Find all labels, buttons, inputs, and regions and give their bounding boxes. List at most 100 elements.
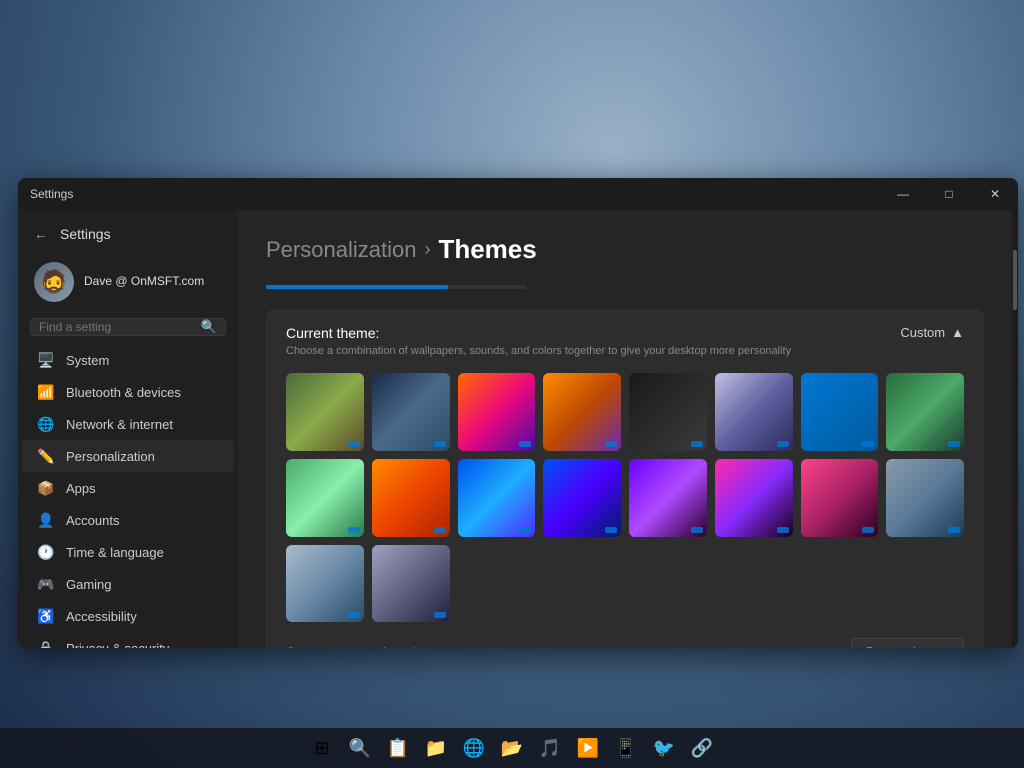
theme-thumb-10[interactable]	[372, 459, 450, 537]
breadcrumb-current: Themes	[438, 234, 536, 265]
sidebar-item-bluetooth[interactable]: 📶 Bluetooth & devices	[22, 376, 234, 408]
bluetooth-icon: 📶	[38, 384, 54, 400]
breadcrumb-separator: ›	[424, 239, 430, 260]
title-bar-left: Settings	[30, 187, 73, 201]
taskbar-edge-button[interactable]: 🌐	[458, 732, 490, 764]
scrollbar-thumb[interactable]	[1013, 250, 1017, 310]
settings-title: Settings	[30, 187, 73, 201]
avatar: 🧔	[34, 262, 74, 302]
sidebar-label-accessibility: Accessibility	[66, 609, 137, 624]
breadcrumb-parent: Personalization	[266, 237, 416, 263]
settings-window: Settings — □ ✕ ← Settings 🧔 Dave @ OnMSF…	[18, 178, 1018, 648]
store-row: Get more themes from the store Browse th…	[286, 638, 964, 648]
sidebar-label-network: Network & internet	[66, 417, 173, 432]
sidebar-label-gaming: Gaming	[66, 577, 112, 592]
theme-thumb-18[interactable]	[372, 545, 450, 623]
taskbar-start-button[interactable]: ⊞	[306, 732, 338, 764]
avatar-icon: 🧔	[40, 269, 67, 295]
theme-thumb-7[interactable]	[801, 373, 879, 451]
taskbar-twitter-button[interactable]: 🐦	[648, 732, 680, 764]
search-icon: 🔍	[201, 319, 217, 335]
theme-thumb-9[interactable]	[286, 459, 364, 537]
taskbar-link-button[interactable]: 🔗	[686, 732, 718, 764]
taskbar-explorer-button[interactable]: 📁	[420, 732, 452, 764]
sidebar-label-bluetooth: Bluetooth & devices	[66, 385, 181, 400]
progress-bar	[266, 285, 526, 289]
badge-label: Custom	[900, 325, 945, 340]
breadcrumb: Personalization › Themes	[266, 234, 984, 265]
sidebar: ← Settings 🧔 Dave @ OnMSFT.com 🔍 🖥️ Syst…	[18, 210, 238, 648]
user-profile[interactable]: 🧔 Dave @ OnMSFT.com	[18, 254, 238, 318]
sidebar-label-apps: Apps	[66, 481, 96, 496]
sidebar-item-accounts[interactable]: 👤 Accounts	[22, 504, 234, 536]
title-bar: Settings — □ ✕	[18, 178, 1018, 210]
search-input[interactable]	[39, 320, 201, 334]
taskbar-spotify-button[interactable]: 🎵	[534, 732, 566, 764]
themes-grid	[286, 373, 964, 622]
sidebar-item-privacy[interactable]: 🔒 Privacy & security	[22, 632, 234, 648]
theme-thumb-15[interactable]	[801, 459, 879, 537]
system-icon: 🖥️	[38, 352, 54, 368]
taskbar-phone-button[interactable]: 📱	[610, 732, 642, 764]
sidebar-label-system: System	[66, 353, 109, 368]
theme-thumb-12[interactable]	[543, 459, 621, 537]
back-button[interactable]: ←	[30, 222, 52, 246]
theme-thumb-6[interactable]	[715, 373, 793, 451]
theme-card-header: Current theme: Choose a combination of w…	[286, 325, 964, 357]
theme-thumb-17[interactable]	[286, 545, 364, 623]
theme-thumb-4[interactable]	[543, 373, 621, 451]
theme-thumb-5[interactable]	[629, 373, 707, 451]
taskbar-play-button[interactable]: ▶️	[572, 732, 604, 764]
gaming-icon: 🎮	[38, 576, 54, 592]
search-box[interactable]: 🔍	[30, 318, 226, 336]
theme-card-subtitle: Choose a combination of wallpapers, soun…	[286, 345, 791, 357]
theme-thumb-13[interactable]	[629, 459, 707, 537]
browse-themes-button[interactable]: Browse themes	[851, 638, 964, 648]
theme-thumb-3[interactable]	[458, 373, 536, 451]
sidebar-label-privacy: Privacy & security	[66, 641, 169, 649]
sidebar-item-time[interactable]: 🕐 Time & language	[22, 536, 234, 568]
theme-thumb-16[interactable]	[886, 459, 964, 537]
main-content: Personalization › Themes Current theme: …	[238, 210, 1012, 648]
scrollbar[interactable]	[1012, 210, 1018, 648]
theme-thumb-2[interactable]	[372, 373, 450, 451]
sidebar-item-apps[interactable]: 📦 Apps	[22, 472, 234, 504]
theme-card-info: Current theme: Choose a combination of w…	[286, 325, 791, 357]
theme-thumb-14[interactable]	[715, 459, 793, 537]
maximize-button[interactable]: □	[926, 178, 972, 210]
apps-icon: 📦	[38, 480, 54, 496]
sidebar-item-accessibility[interactable]: ♿ Accessibility	[22, 600, 234, 632]
sidebar-label-time: Time & language	[66, 545, 164, 560]
close-button[interactable]: ✕	[972, 178, 1018, 210]
badge-chevron: ▲	[951, 325, 964, 340]
window-body: ← Settings 🧔 Dave @ OnMSFT.com 🔍 🖥️ Syst…	[18, 210, 1018, 648]
current-theme-badge[interactable]: Custom ▲	[900, 325, 964, 340]
taskbar: ⊞ 🔍 📋 📁 🌐 📂 🎵 ▶️ 📱 🐦 🔗	[0, 728, 1024, 768]
theme-thumb-11[interactable]	[458, 459, 536, 537]
sidebar-item-network[interactable]: 🌐 Network & internet	[22, 408, 234, 440]
taskbar-files-button[interactable]: 📂	[496, 732, 528, 764]
theme-card: Current theme: Choose a combination of w…	[266, 309, 984, 648]
accounts-icon: 👤	[38, 512, 54, 528]
taskbar-search-button[interactable]: 🔍	[344, 732, 376, 764]
sidebar-item-system[interactable]: 🖥️ System	[22, 344, 234, 376]
privacy-icon: 🔒	[38, 640, 54, 648]
store-text: Get more themes from the store	[286, 645, 456, 648]
accessibility-icon: ♿	[38, 608, 54, 624]
theme-card-title: Current theme:	[286, 325, 791, 341]
progress-bar-fill	[266, 285, 448, 289]
taskbar-taskview-button[interactable]: 📋	[382, 732, 414, 764]
sidebar-label-accounts: Accounts	[66, 513, 119, 528]
sidebar-item-personalization[interactable]: ✏️ Personalization	[22, 440, 234, 472]
personalization-icon: ✏️	[38, 448, 54, 464]
user-name: Dave @ OnMSFT.com	[84, 274, 204, 290]
sidebar-item-gaming[interactable]: 🎮 Gaming	[22, 568, 234, 600]
minimize-button[interactable]: —	[880, 178, 926, 210]
window-title-sidebar: Settings	[60, 226, 111, 242]
sidebar-label-personalization: Personalization	[66, 449, 155, 464]
theme-thumb-8[interactable]	[886, 373, 964, 451]
theme-thumb-1[interactable]	[286, 373, 364, 451]
network-icon: 🌐	[38, 416, 54, 432]
title-bar-controls: — □ ✕	[880, 178, 1018, 210]
time-icon: 🕐	[38, 544, 54, 560]
